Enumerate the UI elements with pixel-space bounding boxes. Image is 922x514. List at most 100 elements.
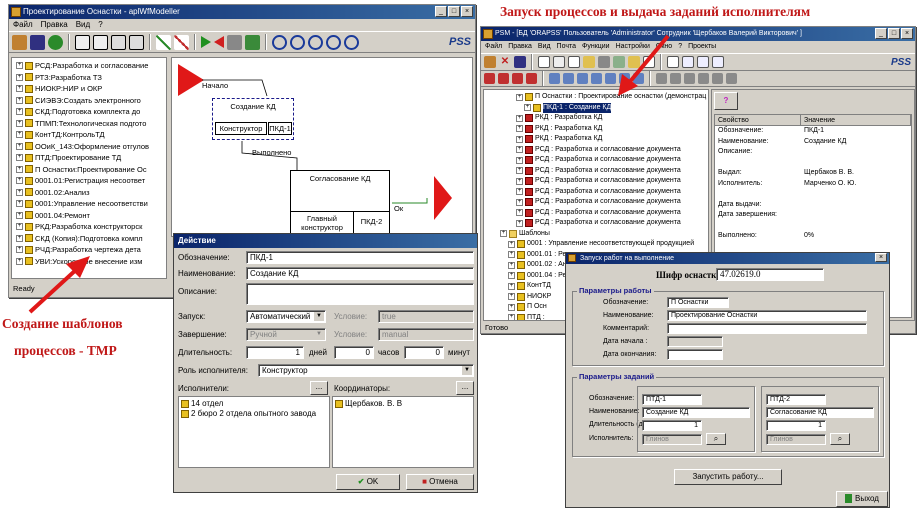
grid-icon[interactable]	[682, 56, 694, 68]
check-icon[interactable]	[670, 73, 681, 84]
list-item[interactable]: Щербаков. В. В	[335, 399, 402, 408]
minimize-button[interactable]: _	[435, 6, 447, 17]
tree-node[interactable]: + Шаблоны	[484, 229, 708, 240]
expand-toggle-icon[interactable]: +	[16, 108, 23, 116]
node-tool-icon[interactable]	[75, 34, 90, 50]
zoom-in-icon[interactable]	[272, 34, 287, 50]
expand-toggle-icon[interactable]: +	[16, 131, 23, 139]
menu-file[interactable]: Файл	[485, 41, 502, 53]
task1-designation-field[interactable]: ПТД-1	[642, 394, 702, 405]
close-button[interactable]: ×	[461, 6, 473, 17]
split-tool-icon[interactable]	[111, 34, 126, 50]
menu-mail[interactable]: Почта	[557, 41, 576, 53]
expand-toggle-icon[interactable]: +	[16, 96, 23, 104]
menu-file[interactable]: Файл	[13, 19, 33, 31]
folder-icon[interactable]	[628, 56, 640, 68]
zoom-page-icon[interactable]	[344, 34, 359, 50]
minutes-field[interactable]: 0	[404, 346, 444, 359]
task1-executor-search-button[interactable]: ⌕	[706, 433, 726, 445]
menu-settings[interactable]: Настройки	[616, 41, 650, 53]
expand-toggle-icon[interactable]: +	[516, 188, 523, 196]
tree-node[interactable]: + ПКД-1 : Создание КД	[484, 102, 708, 113]
finish-condition-field[interactable]: manual	[378, 328, 474, 341]
ok-button[interactable]: ✔ OK	[336, 474, 400, 490]
tree-node[interactable]: +0001 : Управление несоответствующей про…	[484, 239, 708, 250]
expand-toggle-icon[interactable]: +	[516, 177, 523, 185]
days-field[interactable]: 1	[246, 346, 304, 359]
database-icon[interactable]	[484, 56, 496, 68]
expand-toggle-icon[interactable]: +	[508, 282, 515, 290]
tree-node[interactable]: + СКД:Подготовка комплекта до	[12, 106, 166, 118]
coordinators-browse-button[interactable]: ...	[456, 381, 474, 395]
expand-toggle-icon[interactable]: +	[16, 165, 23, 173]
check-icon[interactable]	[698, 73, 709, 84]
back-icon[interactable]	[214, 36, 224, 48]
list-item[interactable]: 14 отдел	[181, 399, 223, 408]
designation-field[interactable]: ПКД-1	[246, 251, 474, 264]
expand-toggle-icon[interactable]: +	[516, 167, 523, 175]
task2-duration-field[interactable]: 1	[766, 420, 826, 431]
folder-icon[interactable]	[583, 56, 595, 68]
tree-node[interactable]: + РКД : Разработка КД	[484, 113, 708, 124]
tree-node[interactable]: + РКД:Разработка конструкторск	[12, 221, 166, 233]
expand-toggle-icon[interactable]: +	[516, 135, 523, 143]
check-icon[interactable]	[613, 56, 625, 68]
node-approve-kd[interactable]: Согласование КД Главный конструктор ПКД-…	[290, 170, 390, 234]
executors-list[interactable]: 14 отдел 2 бюро 2 отдела опытного завода	[178, 396, 330, 468]
tree-node[interactable]: +0001.04:Ремонт	[12, 210, 166, 222]
tree-node[interactable]: +0001.01:Регистрация несоответ	[12, 175, 166, 187]
expand-toggle-icon[interactable]: +	[16, 246, 23, 254]
list-item[interactable]: 2 бюро 2 отдела опытного завода	[181, 409, 316, 418]
work-comment-field[interactable]	[667, 323, 867, 334]
menu-projects[interactable]: Проекты	[688, 41, 716, 53]
menu-edit[interactable]: Правка	[41, 19, 68, 31]
expand-toggle-icon[interactable]: +	[16, 62, 23, 70]
grid-icon[interactable]	[712, 56, 724, 68]
expand-toggle-icon[interactable]: +	[516, 146, 523, 154]
expand-toggle-icon[interactable]: +	[508, 240, 515, 248]
expand-toggle-icon[interactable]: +	[516, 93, 523, 101]
expand-toggle-icon[interactable]: +	[16, 154, 23, 162]
play-icon[interactable]	[201, 36, 211, 48]
tree-node[interactable]: + РСД : Разработка и согласование докумен…	[484, 197, 708, 208]
menu-help[interactable]: ?	[678, 41, 682, 53]
expand-toggle-icon[interactable]: +	[500, 230, 507, 238]
cancel-button[interactable]: ■ Отмена	[406, 474, 474, 490]
check-icon[interactable]	[684, 73, 695, 84]
cipher-field[interactable]: 47.02619.0	[716, 268, 824, 281]
document-icon[interactable]	[643, 56, 655, 68]
link-tool-icon[interactable]	[93, 34, 108, 50]
tree-node[interactable]: + СКД (Копия):Подготовка компл	[12, 233, 166, 245]
menu-view[interactable]: Вид	[538, 41, 551, 53]
task-icon[interactable]	[605, 73, 616, 84]
grid-icon[interactable]	[697, 56, 709, 68]
expand-toggle-icon[interactable]: +	[16, 211, 23, 219]
task-icon[interactable]	[633, 73, 644, 84]
menu-window[interactable]: Окно	[656, 41, 672, 53]
tree-node[interactable]: + ТПМП:Технологическая подгото	[12, 118, 166, 130]
exit-button[interactable]: Выход	[836, 491, 888, 507]
work-start-date-field[interactable]	[667, 336, 723, 347]
tree-node[interactable]: + РСД:Разработка и согласование	[12, 60, 166, 72]
start-mode-select[interactable]: Автоматический ▼	[246, 310, 326, 323]
check-icon[interactable]	[245, 34, 260, 50]
tree-node[interactable]: + РСД : Разработка и согласование докумен…	[484, 145, 708, 156]
help-button[interactable]: ?	[714, 92, 738, 110]
tree-node[interactable]: + РКД : Разработка КД	[484, 134, 708, 145]
expand-toggle-icon[interactable]: +	[16, 200, 23, 208]
expand-toggle-icon[interactable]: +	[16, 257, 23, 265]
arrow-icon[interactable]	[526, 73, 537, 84]
check-icon[interactable]	[656, 73, 667, 84]
save-icon[interactable]	[30, 34, 45, 50]
left-template-tree[interactable]: + РСД:Разработка и согласование + РТЗ:Разра…	[11, 57, 167, 279]
copy-icon[interactable]	[538, 56, 550, 68]
task-icon[interactable]	[619, 73, 630, 84]
check-icon[interactable]	[712, 73, 723, 84]
expand-toggle-icon[interactable]: +	[524, 104, 531, 112]
value-column-header[interactable]: Значение	[801, 115, 911, 125]
expand-toggle-icon[interactable]: +	[16, 188, 23, 196]
expand-toggle-icon[interactable]: +	[516, 125, 523, 133]
task1-duration-field[interactable]: 1	[642, 420, 702, 431]
executors-browse-button[interactable]: ...	[310, 381, 328, 395]
expand-toggle-icon[interactable]: +	[508, 303, 515, 311]
